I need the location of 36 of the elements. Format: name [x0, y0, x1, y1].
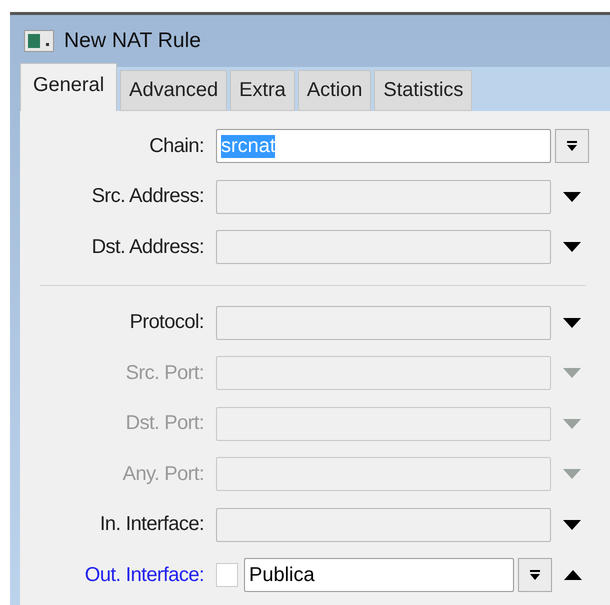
down-arrow-icon[interactable]: [563, 242, 581, 252]
field-label: Any. Port:: [122, 462, 205, 486]
select-field[interactable]: [216, 508, 551, 542]
field-label: Protocol:: [128, 311, 205, 334]
input-field[interactable]: Publica: [244, 558, 514, 592]
window-icon: [24, 30, 54, 52]
field-value: srcnat: [221, 134, 276, 158]
checkbox[interactable]: [216, 563, 238, 588]
tab[interactable]: Action: [298, 70, 372, 111]
down-arrow-icon[interactable]: [563, 192, 581, 202]
field-label: Src. Address:: [90, 185, 205, 208]
select-field[interactable]: [216, 406, 551, 441]
field-label: Dst. Port:: [124, 412, 205, 436]
tab[interactable]: Extra: [230, 70, 295, 111]
window-title: New NAT Rule: [64, 29, 201, 53]
dropdown-button[interactable]: [555, 129, 589, 164]
select-field[interactable]: [216, 180, 551, 214]
up-arrow-icon[interactable]: [564, 570, 582, 580]
down-arrow-icon[interactable]: [563, 520, 581, 530]
field-label: Src. Port:: [124, 362, 205, 385]
field-label: Dst. Address:: [90, 236, 205, 259]
tab[interactable]: General: [20, 63, 118, 111]
select-field[interactable]: [216, 230, 551, 264]
tab[interactable]: Statistics: [374, 70, 472, 111]
down-to-bar-icon: [566, 140, 578, 152]
tab[interactable]: Advanced: [120, 70, 228, 111]
select-field[interactable]: [216, 457, 551, 492]
select-field[interactable]: [216, 356, 551, 390]
select-field[interactable]: [216, 306, 551, 340]
field-label: Out. Interface:: [84, 564, 205, 587]
down-to-bar-icon: [529, 569, 541, 582]
down-arrow-icon[interactable]: [563, 318, 581, 328]
field-label: In. Interface:: [98, 513, 205, 536]
field-label: Chain:: [148, 134, 205, 158]
field-value: Publica: [249, 564, 315, 587]
dropdown-button[interactable]: [518, 558, 552, 592]
